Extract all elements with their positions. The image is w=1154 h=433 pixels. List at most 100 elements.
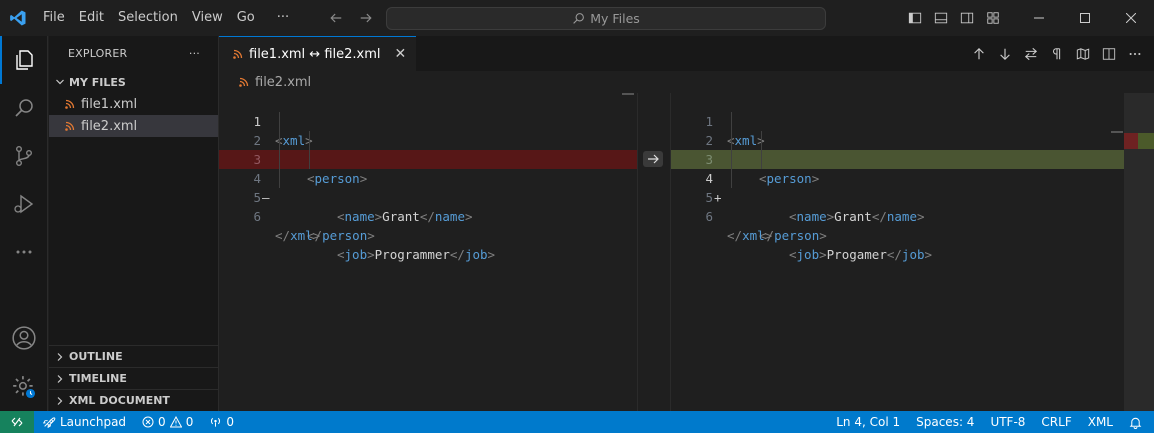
breadcrumb[interactable]: file2.xml xyxy=(219,71,1154,93)
open-map-icon[interactable] xyxy=(1072,43,1094,65)
code-line[interactable]: 5 </person> xyxy=(671,169,1124,243)
warning-icon xyxy=(169,416,182,428)
close-window-icon[interactable] xyxy=(1108,0,1154,36)
menu-file[interactable]: File xyxy=(36,0,72,36)
launchpad-label: Launchpad xyxy=(60,415,127,429)
indentation-setting[interactable]: Spaces: 4 xyxy=(910,411,980,433)
status-bar: Launchpad 0 0 0 Ln 4, Col 1 Spaces: 4 UT… xyxy=(0,411,1154,433)
file-item-file1[interactable]: file1.xml xyxy=(49,93,218,115)
section-label: TIMELINE xyxy=(69,372,127,385)
show-whitespace-icon[interactable] xyxy=(1046,43,1068,65)
launchpad-button[interactable]: Launchpad xyxy=(34,411,132,433)
toggle-primary-sidebar-icon[interactable] xyxy=(902,0,928,36)
run-and-debug-icon[interactable] xyxy=(0,180,48,228)
menu-go[interactable]: Go xyxy=(230,0,262,36)
code-text: <job>Programmer</job> xyxy=(337,247,496,262)
code-line[interactable]: 6 </xml> xyxy=(219,188,637,243)
code-line[interactable]: 1 <xml> xyxy=(219,93,637,148)
xml-document-section[interactable]: XML DOCUMENT xyxy=(49,389,218,411)
code-line[interactable]: 3 <name>Grant</name> xyxy=(219,131,637,224)
tab-bar: file1.xml ↔ file2.xml ✕ xyxy=(219,36,1154,71)
ports-count: 0 xyxy=(226,415,234,429)
next-change-icon[interactable] xyxy=(994,43,1016,65)
indent-guide xyxy=(279,169,280,188)
chevron-right-icon xyxy=(53,352,67,362)
search-placeholder: My Files xyxy=(590,11,640,26)
customize-layout-icon[interactable] xyxy=(980,0,1006,36)
source-control-icon[interactable] xyxy=(0,132,48,180)
code-text: </xml> xyxy=(275,228,321,243)
sidebar-more-button[interactable]: ··· xyxy=(189,47,200,60)
indent-guide xyxy=(731,131,732,150)
toggle-panel-icon[interactable] xyxy=(928,0,954,36)
more-actions-icon[interactable] xyxy=(1124,43,1146,65)
removed-region-marker xyxy=(1124,133,1138,149)
indent-guide xyxy=(761,131,762,150)
eol-setting[interactable]: CRLF xyxy=(1035,411,1077,433)
tab-diff[interactable]: file1.xml ↔ file2.xml ✕ xyxy=(219,36,417,71)
rss-file-icon xyxy=(65,99,75,109)
outline-section[interactable]: OUTLINE xyxy=(49,345,218,367)
split-editor-icon[interactable] xyxy=(1098,43,1120,65)
code-text: <name>Grant</name> xyxy=(337,209,473,224)
code-line[interactable]: 2 <person> xyxy=(219,112,637,186)
forward-arrow-icon[interactable] xyxy=(356,8,376,28)
remote-indicator-icon[interactable] xyxy=(0,411,34,433)
menu-view[interactable]: View xyxy=(185,0,230,36)
explorer-files-icon[interactable] xyxy=(0,36,48,84)
code-line-removed[interactable]: 4 — <job>Programmer</job> xyxy=(219,150,637,262)
breadcrumb-file[interactable]: file2.xml xyxy=(255,75,311,90)
code-line[interactable]: 1 <xml> xyxy=(671,93,1124,148)
indent-guide xyxy=(279,131,280,150)
code-line[interactable]: 2 <person> xyxy=(671,112,1124,186)
command-center-search[interactable]: My Files xyxy=(386,7,826,30)
manage-gear-icon[interactable] xyxy=(0,363,48,411)
menu-edit[interactable]: Edit xyxy=(72,0,111,36)
revert-change-arrow-icon[interactable] xyxy=(643,151,663,167)
cursor-position[interactable]: Ln 4, Col 1 xyxy=(830,411,906,433)
diff-original-pane[interactable]: 1 <xml> 2 <person> 3 <name>Grant</name> … xyxy=(219,93,637,411)
indent-guide xyxy=(731,112,732,131)
diff-modified-pane[interactable]: 1 <xml> 2 <person> 3 <name>Grant</name> … xyxy=(671,93,1124,411)
maximize-icon[interactable] xyxy=(1062,0,1108,36)
back-arrow-icon[interactable] xyxy=(326,8,346,28)
ports-indicator[interactable]: 0 xyxy=(203,411,240,433)
rocket-icon xyxy=(42,417,56,429)
overview-ruler[interactable] xyxy=(1124,93,1154,411)
code-text: </xml> xyxy=(727,228,773,243)
more-views-icon[interactable] xyxy=(0,228,48,276)
timeline-section[interactable]: TIMELINE xyxy=(49,367,218,389)
active-indicator xyxy=(0,36,2,84)
problems-indicator[interactable]: 0 0 xyxy=(136,411,199,433)
warning-count: 0 xyxy=(185,415,194,429)
swap-sides-icon[interactable] xyxy=(1020,43,1042,65)
sidebar-bottom-sections: OUTLINE TIMELINE XML DOCUMENT xyxy=(49,345,218,411)
language-mode[interactable]: XML xyxy=(1082,411,1119,433)
menu-bar: File Edit Selection View Go ··· xyxy=(36,0,296,36)
chevron-right-icon xyxy=(53,396,67,406)
minimize-icon[interactable] xyxy=(1016,0,1062,36)
notifications-bell-icon[interactable] xyxy=(1123,411,1148,433)
line-number: 6 xyxy=(705,209,713,224)
folder-label: MY FILES xyxy=(69,75,126,89)
search-icon xyxy=(573,13,585,24)
accounts-icon[interactable] xyxy=(0,314,48,362)
file-item-file2[interactable]: file2.xml xyxy=(49,115,218,137)
code-line[interactable]: 5 </person> xyxy=(219,169,637,243)
toggle-secondary-sidebar-icon[interactable] xyxy=(954,0,980,36)
search-icon[interactable] xyxy=(0,84,48,132)
code-line[interactable]: 6 </xml> xyxy=(671,188,1124,243)
tab-close-icon[interactable]: ✕ xyxy=(395,46,407,62)
code-text: <name>Grant</name> xyxy=(789,209,925,224)
folder-header[interactable]: MY FILES xyxy=(49,71,218,93)
code-line[interactable]: 3 <name>Grant</name> xyxy=(671,131,1124,224)
encoding-setting[interactable]: UTF-8 xyxy=(984,411,1031,433)
broadcast-icon xyxy=(211,417,221,427)
code-line-added[interactable]: 4 + <job>Progamer</job> xyxy=(671,150,1124,262)
previous-change-icon[interactable] xyxy=(968,43,990,65)
added-region-marker xyxy=(1138,133,1154,149)
diff-editor: file1.xml ↔ file2.xml ✕ file2.xml 1 <xml… xyxy=(219,36,1154,411)
menu-more-button[interactable]: ··· xyxy=(270,0,296,36)
menu-selection[interactable]: Selection xyxy=(111,0,185,36)
tab-label: file1.xml ↔ file2.xml xyxy=(249,46,381,62)
